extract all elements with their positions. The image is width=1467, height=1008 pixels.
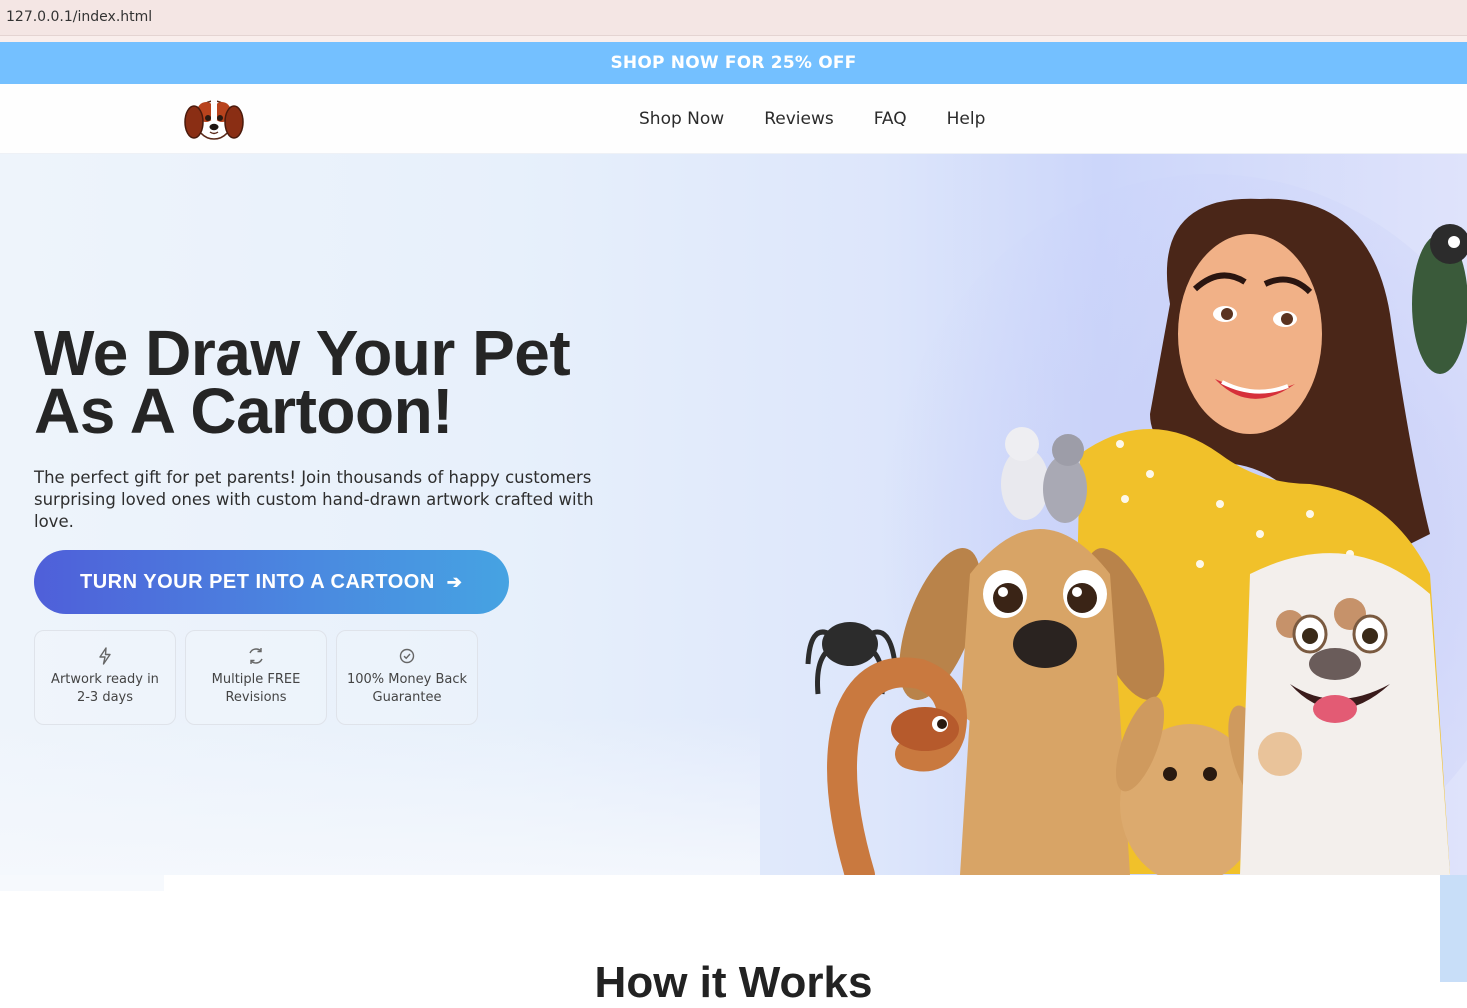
site-header: Shop Now Reviews FAQ Help xyxy=(0,84,1467,154)
promo-text: SHOP NOW FOR 25% OFF xyxy=(610,53,857,73)
feature-card-turnaround: Artwork ready in 2-3 days xyxy=(34,630,176,725)
snake xyxy=(827,657,967,875)
nav-shop-now[interactable]: Shop Now xyxy=(639,109,724,129)
hero-subtitle: The perfect gift for pet parents! Join t… xyxy=(34,468,594,531)
promo-banner[interactable]: SHOP NOW FOR 25% OFF xyxy=(0,42,1467,84)
feature-card-revisions: Multiple FREE Revisions xyxy=(185,630,327,725)
cta-label: TURN YOUR PET INTO A CARTOON xyxy=(80,570,435,593)
main-nav: Shop Now Reviews FAQ Help xyxy=(639,109,985,129)
hero-section: We Draw Your Pet As A Cartoon! The perfe… xyxy=(0,154,1467,875)
feature-label: Multiple FREE Revisions xyxy=(211,672,301,705)
browser-address-bar[interactable]: 127.0.0.1/index.html xyxy=(0,0,1467,36)
url-text: 127.0.0.1/index.html xyxy=(6,9,153,25)
arrow-right-icon: ➔ xyxy=(446,571,463,592)
refresh-icon xyxy=(249,648,263,664)
nav-reviews[interactable]: Reviews xyxy=(764,109,834,129)
how-it-works-title: How it Works xyxy=(594,958,873,1007)
feature-list: Artwork ready in 2-3 days Multiple FREE … xyxy=(34,630,478,725)
hero-illustration xyxy=(805,174,1467,875)
feature-label: 100% Money Back Guarantee xyxy=(346,672,468,705)
woman-face xyxy=(1178,234,1322,434)
feature-card-guarantee: 100% Money Back Guarantee xyxy=(336,630,478,725)
nav-help[interactable]: Help xyxy=(947,109,986,129)
turn-pet-into-cartoon-button[interactable]: TURN YOUR PET INTO A CARTOON ➔ xyxy=(34,550,509,614)
lightning-icon xyxy=(99,647,111,665)
feature-label: Artwork ready in 2-3 days xyxy=(51,672,159,705)
beagle-logo-icon[interactable] xyxy=(184,94,244,144)
check-circle-icon xyxy=(399,648,415,664)
spider xyxy=(822,622,878,666)
dog-nose xyxy=(1013,620,1077,668)
nav-faq[interactable]: FAQ xyxy=(874,109,907,129)
hero-title: We Draw Your Pet As A Cartoon! xyxy=(34,321,674,443)
hero-title-line2: As A Cartoon! xyxy=(34,375,453,447)
